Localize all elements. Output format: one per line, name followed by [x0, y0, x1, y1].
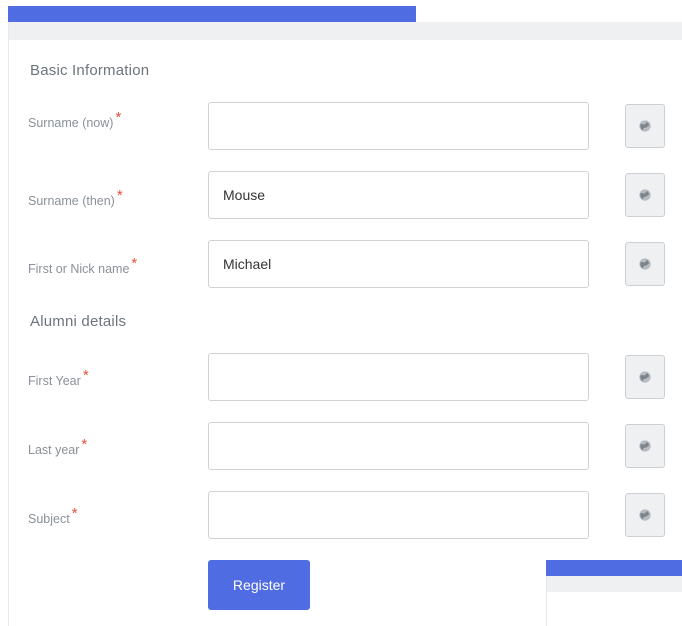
first-year-input[interactable]	[208, 353, 589, 401]
globe-icon	[639, 189, 651, 201]
required-marker: *	[81, 436, 88, 453]
secondary-panel	[546, 576, 682, 626]
subject-input[interactable]	[208, 491, 589, 539]
registration-form-panel: Basic Information Surname (now) * Surname…	[8, 22, 682, 626]
required-marker: *	[115, 109, 122, 126]
secondary-panel-accent-bar	[546, 560, 682, 576]
subject-privacy-button[interactable]	[625, 493, 665, 537]
last-year-label: Last year *	[28, 436, 88, 457]
surname-now-privacy-button[interactable]	[625, 104, 665, 148]
globe-icon	[639, 120, 651, 132]
globe-icon	[639, 258, 651, 270]
surname-now-input[interactable]	[208, 102, 589, 150]
surname-then-input[interactable]	[208, 171, 589, 219]
last-year-privacy-button[interactable]	[625, 424, 665, 468]
top-accent-bar	[8, 6, 416, 22]
surname-then-privacy-button[interactable]	[625, 173, 665, 217]
first-nick-name-label: First or Nick name *	[28, 255, 138, 276]
first-year-label: First Year *	[28, 367, 89, 388]
surname-then-label: Surname (then) *	[28, 187, 123, 208]
first-nick-name-input[interactable]	[208, 240, 589, 288]
globe-icon	[639, 440, 651, 452]
first-year-privacy-button[interactable]	[625, 355, 665, 399]
register-button[interactable]: Register	[208, 560, 310, 610]
subject-label: Subject *	[28, 505, 78, 526]
required-marker: *	[82, 367, 89, 384]
alumni-details-heading: Alumni details	[30, 313, 127, 330]
secondary-panel-header	[547, 576, 682, 592]
first-nick-name-privacy-button[interactable]	[625, 242, 665, 286]
surname-now-label: Surname (now) *	[28, 109, 122, 130]
panel-header	[9, 22, 682, 40]
last-year-input[interactable]	[208, 422, 589, 470]
required-marker: *	[131, 255, 138, 272]
required-marker: *	[71, 505, 78, 522]
required-marker: *	[116, 187, 123, 204]
basic-information-heading: Basic Information	[30, 62, 150, 79]
globe-icon	[639, 509, 651, 521]
globe-icon	[639, 371, 651, 383]
